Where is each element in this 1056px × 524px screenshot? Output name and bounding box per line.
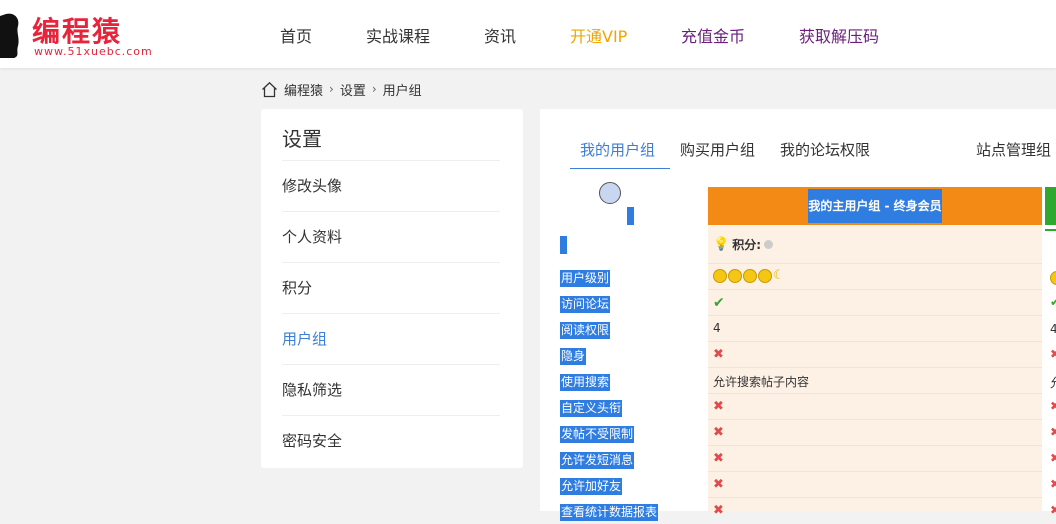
permission-label: 允许发短消息 — [560, 452, 635, 469]
search-permission-value: 允许搜索帖子内容 — [713, 375, 810, 389]
permission-row: ✖ — [708, 445, 1042, 472]
permission-label: 隐身 — [560, 348, 587, 365]
lightbulb-icon: 💡 — [713, 237, 730, 252]
smiley-face-icon — [743, 269, 757, 283]
moon-icon: ☾ — [773, 268, 785, 283]
smiley-face-icon — [758, 269, 772, 283]
logo-text: 编程猿 — [32, 15, 123, 48]
tab-buy-usergroup[interactable]: 购买用户组 — [680, 139, 755, 160]
main-usergroup-column: 我的主用户组 - 终身会员 💡 积分: ☾ ✔ 4 ✖ 允许搜索帖子内容 ✖ ✖… — [708, 187, 1042, 518]
points-loading-icon — [764, 240, 773, 249]
site-logo[interactable]: 编程猿 www.51xuebc.com — [0, 6, 200, 62]
search-permission-value: 允 — [1050, 374, 1056, 391]
sidebar-item-privacy[interactable]: 隐私筛选 — [282, 364, 500, 416]
permission-row: ✖ — [708, 393, 1042, 420]
top-bar: 编程猿 www.51xuebc.com 首页 实战课程 资讯 开通VIP 充值金… — [0, 0, 1056, 68]
usergroup-title: 我的主用户组 - 终身会员 — [808, 199, 942, 213]
usergroup-header: 我的主用户组 - 终身会员 — [708, 187, 1042, 225]
monkey-silhouette-icon — [0, 13, 19, 58]
home-icon[interactable] — [261, 81, 278, 98]
cross-icon: ✖ — [1050, 451, 1056, 465]
usergroup-panel: 我的用户组 购买用户组 我的论坛权限 站点管理组 用户级别 访问论坛 阅读权限 … — [540, 109, 1056, 521]
permission-row: 4 — [708, 315, 1042, 342]
sidebar-item-password[interactable]: 密码安全 — [282, 415, 500, 467]
permission-label: 访问论坛 — [560, 296, 611, 313]
sidebar-title: 设置 — [282, 127, 322, 151]
breadcrumb: 编程猿 › 设置 › 用户组 — [261, 80, 422, 99]
cross-icon: ✖ — [1050, 425, 1056, 439]
breadcrumb-settings[interactable]: 设置 — [340, 80, 366, 99]
level-icons: ☾ — [713, 269, 785, 283]
permission-label: 用户级别 — [560, 270, 611, 287]
breadcrumb-separator: › — [329, 82, 334, 96]
smiley-face-icon — [728, 269, 742, 283]
cross-icon: ✖ — [713, 451, 724, 466]
permission-row: ✖ — [708, 471, 1042, 498]
points-line: 💡 积分: — [713, 236, 773, 253]
smiley-face-icon — [1050, 271, 1056, 288]
nav-news[interactable]: 资讯 — [484, 23, 516, 47]
nav-courses[interactable]: 实战课程 — [366, 23, 430, 47]
read-permission-value: 4 — [1050, 322, 1056, 336]
points-label: 积分: — [732, 238, 761, 252]
text-selection-highlight — [627, 207, 634, 225]
permission-row: ✔ — [708, 289, 1042, 316]
permission-label: 阅读权限 — [560, 322, 611, 339]
cross-icon: ✖ — [1050, 477, 1056, 491]
next-usergroup-column: ✔ 4 ✖ 允 ✖ ✖ ✖ ✖ ✖ — [1045, 187, 1056, 517]
cross-icon: ✖ — [1050, 347, 1056, 361]
cross-icon: ✖ — [713, 399, 724, 414]
permission-label: 查看统计数据报表 — [560, 504, 659, 521]
cross-icon: ✖ — [1050, 503, 1056, 517]
nav-unzip-code[interactable]: 获取解压码 — [799, 23, 879, 47]
read-permission-value: 4 — [713, 321, 721, 335]
sidebar-item-avatar[interactable]: 修改头像 — [282, 160, 500, 212]
permission-label: 自定义头衔 — [560, 400, 623, 417]
sidebar-item-points[interactable]: 积分 — [282, 262, 500, 314]
breadcrumb-current: 用户组 — [382, 83, 422, 99]
cross-icon: ✖ — [1050, 399, 1056, 413]
nav-home[interactable]: 首页 — [280, 23, 312, 47]
cross-icon: ✖ — [713, 347, 724, 362]
tab-forum-permissions[interactable]: 我的论坛权限 — [780, 139, 870, 160]
permission-row: ✖ — [708, 419, 1042, 446]
permission-row: 允许搜索帖子内容 — [708, 367, 1042, 394]
active-tab-underline — [570, 168, 670, 169]
header-border — [1045, 229, 1056, 231]
cross-icon: ✖ — [713, 425, 724, 440]
sidebar-item-profile[interactable]: 个人资料 — [282, 211, 500, 263]
smiley-face-icon — [713, 269, 727, 283]
permission-row: ✖ — [708, 341, 1042, 368]
settings-sidebar: 设置 修改头像 个人资料 积分 用户组 隐私筛选 密码安全 — [261, 109, 523, 468]
tab-site-admins[interactable]: 站点管理组 — [976, 139, 1051, 160]
checkmark-icon: ✔ — [713, 295, 725, 311]
logo-url: www.51xuebc.com — [34, 45, 153, 58]
permission-label: 使用搜索 — [560, 374, 611, 391]
usergroup-header — [1045, 187, 1056, 225]
breadcrumb-separator: › — [371, 82, 377, 96]
breadcrumb-site[interactable]: 编程猿 — [284, 80, 323, 99]
user-avatar — [599, 182, 621, 204]
text-selection-highlight — [560, 236, 567, 254]
permission-label: 发帖不受限制 — [560, 426, 635, 443]
sidebar-item-usergroup[interactable]: 用户组 — [282, 313, 500, 365]
nav-vip[interactable]: 开通VIP — [570, 23, 627, 47]
permission-row: ☾ — [708, 263, 1042, 290]
cross-icon: ✖ — [713, 477, 724, 492]
tab-my-usergroup[interactable]: 我的用户组 — [580, 139, 655, 160]
nav-recharge[interactable]: 充值金币 — [681, 23, 745, 47]
permission-label: 允许加好友 — [560, 478, 623, 495]
checkmark-icon: ✔ — [1050, 295, 1056, 309]
